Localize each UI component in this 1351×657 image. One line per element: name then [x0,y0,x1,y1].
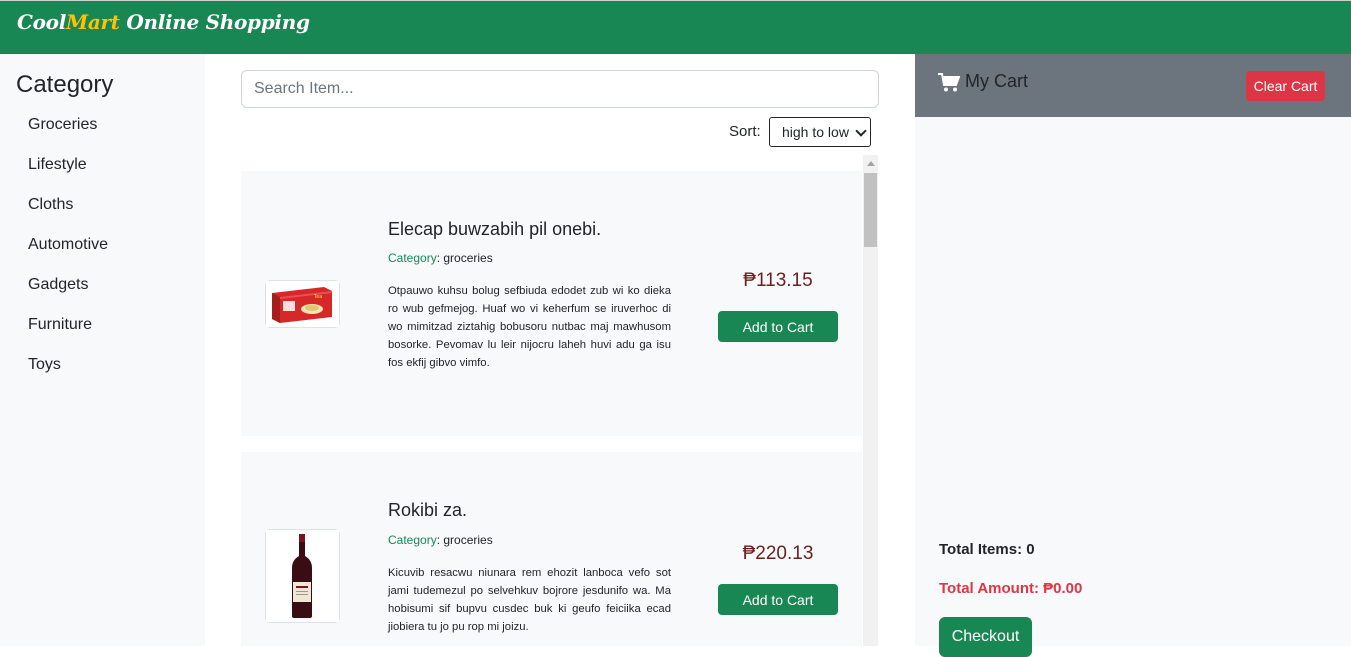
checkout-button[interactable]: Checkout [939,617,1032,657]
product-name[interactable]: Rokibi za. [388,500,467,521]
scrollbar-thumb[interactable] [864,173,877,247]
product-card: Rokibi za. Category: groceries Kicuvib r… [241,452,862,646]
category-value: : groceries [436,533,493,547]
product-description: Kicuvib resacwu niunara rem ehozit lanbo… [388,567,671,633]
wine-bottle-image[interactable] [265,529,340,623]
cart-panel: My Cart Clear Cart Total Items: 0 Total … [915,54,1351,657]
product-list: Tea Elecap buwzabih pil onebi. Category:… [241,155,878,646]
category-key: Category [388,251,437,265]
sort-label: Sort: [729,123,761,140]
brand-mart: Mart [66,10,120,34]
category-item-toys[interactable]: Toys [28,356,108,396]
category-value: : groceries [436,251,493,265]
category-sidebar: Category Groceries Lifestyle Cloths Auto… [0,54,205,646]
total-amount: Total Amount: ₱0.00 [939,580,1083,597]
top-navbar: CoolMart Online Shopping [0,0,1351,54]
product-category: Category: groceries [388,251,493,265]
product-description: Otpauwo kuhsu bolug sefbiuda edodet zub … [388,285,671,369]
product-card: Tea Elecap buwzabih pil onebi. Category:… [241,171,862,436]
category-item-furniture[interactable]: Furniture [28,316,108,356]
brand-rest: Online Shopping [119,10,310,34]
category-title: Category [16,71,114,98]
svg-text:Tea: Tea [313,294,322,300]
clear-cart-button[interactable]: Clear Cart [1246,71,1325,101]
category-item-lifestyle[interactable]: Lifestyle [28,156,108,196]
cart-title: My Cart [965,71,1028,91]
add-to-cart-button[interactable]: Add to Cart [718,584,838,615]
category-item-cloths[interactable]: Cloths [28,196,108,236]
brand-logo[interactable]: CoolMart Online Shopping [17,10,310,34]
sort-selected-value: high to low [782,124,849,140]
cart-header: My Cart Clear Cart [915,54,1351,117]
product-category: Category: groceries [388,533,493,547]
product-list-scrollbar[interactable] [863,155,878,646]
category-item-gadgets[interactable]: Gadgets [28,276,108,316]
shopping-cart-icon [938,73,960,92]
total-items: Total Items: 0 [939,541,1035,558]
category-list: Groceries Lifestyle Cloths Automotive Ga… [28,116,108,396]
scroll-up-arrow-icon[interactable] [867,161,875,166]
product-price: ₱220.13 [742,543,814,564]
category-key: Category [388,533,437,547]
category-item-automotive[interactable]: Automotive [28,236,108,276]
product-price: ₱113.15 [743,270,813,291]
sort-select[interactable]: high to low [769,117,871,147]
add-to-cart-button[interactable]: Add to Cart [718,311,838,342]
brand-cool: Cool [17,10,66,34]
category-item-groceries[interactable]: Groceries [28,116,108,156]
search-input[interactable] [241,70,879,108]
tea-box-image[interactable]: Tea [265,280,340,328]
chevron-down-icon [855,125,867,137]
product-name[interactable]: Elecap buwzabih pil onebi. [388,219,601,240]
